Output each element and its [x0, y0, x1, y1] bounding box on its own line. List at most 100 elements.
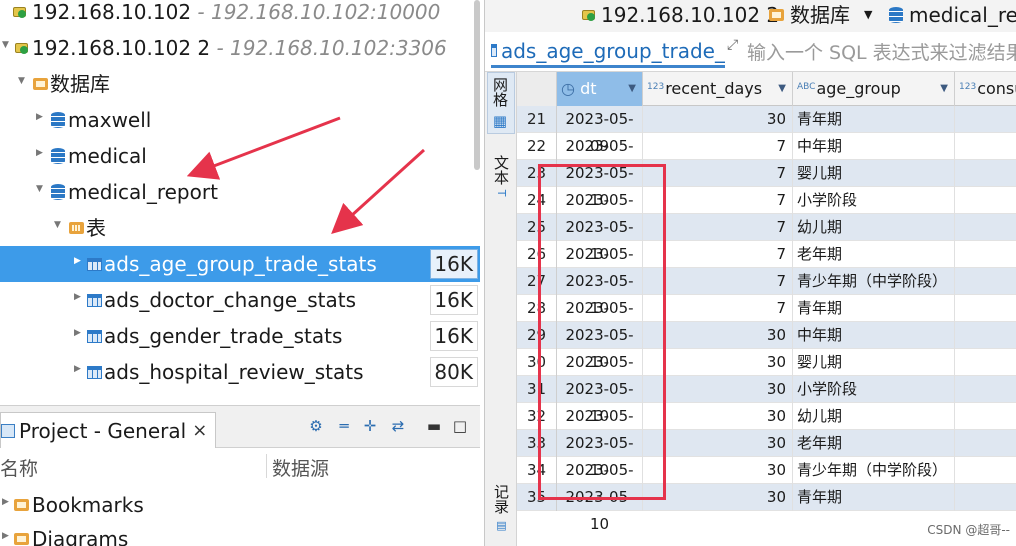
- cell-age-group[interactable]: 青少年期（中学阶段）: [793, 457, 955, 484]
- cell-consu[interactable]: [955, 349, 1016, 376]
- cell-consu[interactable]: [955, 160, 1016, 187]
- cell-recent-days[interactable]: 7: [643, 133, 793, 160]
- cell-age-group[interactable]: 青年期: [793, 106, 955, 133]
- sql-filter-input[interactable]: 输入一个 SQL 表达式来过滤结果: [747, 38, 1016, 65]
- cell-recent-days[interactable]: 7: [643, 187, 793, 214]
- cell-age-group[interactable]: 青年期: [793, 484, 955, 511]
- cell-dt[interactable]: 2023-05-10: [557, 349, 643, 398]
- text-view-tab[interactable]: 文本 T: [487, 148, 515, 204]
- column-header-dt[interactable]: ◷ dt ▼: [557, 72, 643, 106]
- cell-dt[interactable]: 2023-05-10: [557, 430, 643, 479]
- table-row[interactable]: 29 2023-05-10 30 中年期: [517, 322, 1016, 371]
- editor-tab[interactable]: ads_age_group_trade_: [491, 36, 725, 68]
- collapse-all-icon[interactable]: ═: [334, 416, 354, 436]
- sort-arrow-icon[interactable]: ▼: [778, 72, 786, 106]
- expand-filter-icon[interactable]: ⤢: [727, 37, 738, 53]
- grid-view-tab[interactable]: 网格 ▦: [487, 72, 515, 134]
- table-row[interactable]: 222023-05-107中年期: [517, 133, 1016, 182]
- cell-recent-days[interactable]: 7: [643, 241, 793, 268]
- cell-consu[interactable]: [955, 484, 1016, 511]
- cell-age-group[interactable]: 青年期: [793, 295, 955, 322]
- cell-dt[interactable]: 2023-05-10: [557, 187, 643, 236]
- cell-recent-days[interactable]: 30: [643, 457, 793, 484]
- cell-recent-days[interactable]: 7: [643, 214, 793, 241]
- table-row[interactable]: 35 2023-05-10 30 青年期: [517, 484, 1016, 533]
- cell-recent-days[interactable]: 30: [643, 430, 793, 457]
- cell-dt[interactable]: 2023-05-10: [557, 322, 643, 371]
- cell-recent-days[interactable]: 30: [643, 403, 793, 430]
- cell-consu[interactable]: [955, 322, 1016, 349]
- cell-age-group[interactable]: 青少年期（中学阶段）: [793, 268, 955, 295]
- collapse-arrow-icon[interactable]: ▶: [74, 246, 81, 276]
- cell-age-group[interactable]: 中年期: [793, 133, 955, 160]
- gear-icon[interactable]: ⚙: [306, 416, 326, 436]
- cell-dt[interactable]: 2023-05-10: [557, 295, 643, 344]
- column-name-header[interactable]: 名称: [0, 454, 38, 481]
- cell-consu[interactable]: [955, 295, 1016, 322]
- cell-dt[interactable]: 2023-05-10: [557, 457, 643, 506]
- tree-table-item[interactable]: ▶ ads_age_group_trade_stats 16K: [0, 246, 480, 282]
- column-source-header[interactable]: 数据源: [272, 454, 329, 481]
- cell-dt[interactable]: 2023-05-10: [557, 160, 643, 209]
- cell-age-group[interactable]: 幼儿期: [793, 214, 955, 241]
- breadcrumb-schema[interactable]: medical_rep: [889, 0, 1016, 30]
- collapse-arrow-icon[interactable]: ▶: [36, 102, 43, 132]
- tree-tables-folder[interactable]: ▼ 表: [0, 210, 480, 246]
- collapse-arrow-icon[interactable]: ▶: [74, 282, 81, 312]
- table-row[interactable]: 27 2023-05-10 7 青少年期（中学阶段）: [517, 268, 1016, 317]
- cell-recent-days[interactable]: 7: [643, 295, 793, 322]
- row-number[interactable]: 30: [517, 349, 557, 376]
- cell-recent-days[interactable]: 7: [643, 268, 793, 295]
- table-row[interactable]: 242023-05-107小学阶段: [517, 187, 1016, 236]
- table-row[interactable]: 23 2023-05-10 7 婴儿期: [517, 160, 1016, 209]
- cell-recent-days[interactable]: 30: [643, 376, 793, 403]
- collapse-arrow-icon[interactable]: ▶: [74, 318, 81, 348]
- table-row[interactable]: 31 2023-05-10 30 小学阶段: [517, 376, 1016, 425]
- row-number[interactable]: 34: [517, 457, 557, 484]
- cell-dt[interactable]: 2023-05-09: [557, 106, 643, 155]
- expand-arrow-icon[interactable]: ▼: [18, 66, 25, 96]
- cell-age-group[interactable]: 小学阶段: [793, 376, 955, 403]
- tree-table-item[interactable]: ▶ ads_doctor_change_stats 16K: [0, 282, 480, 318]
- tree-scrollbar[interactable]: [474, 0, 480, 170]
- close-icon[interactable]: ×: [192, 414, 207, 448]
- table-row[interactable]: 262023-05-107老年期: [517, 241, 1016, 290]
- tree-table-item[interactable]: ▶ ads_gender_trade_stats 16K: [0, 318, 480, 354]
- table-row[interactable]: 21 2023-05-09 30 青年期: [517, 106, 1016, 155]
- cell-dt[interactable]: 2023-05-10: [557, 403, 643, 452]
- row-number[interactable]: 21: [517, 106, 557, 133]
- cell-consu[interactable]: [955, 106, 1016, 133]
- cell-age-group[interactable]: 婴儿期: [793, 349, 955, 376]
- tree-connection-1[interactable]: 192.168.10.102 - 192.168.10.102:10000: [0, 0, 480, 30]
- breadcrumb-connection[interactable]: 192.168.10.102 2: [581, 0, 779, 30]
- column-header-recent-days[interactable]: 123recent_days ▼: [643, 72, 793, 106]
- cell-dt[interactable]: 2023-05-10: [557, 484, 643, 533]
- tree-db-maxwell[interactable]: ▶ maxwell: [0, 102, 480, 138]
- cell-age-group[interactable]: 老年期: [793, 430, 955, 457]
- row-number[interactable]: 29: [517, 322, 557, 349]
- tree-databases-folder[interactable]: ▼ 数据库: [0, 66, 480, 102]
- row-number[interactable]: 27: [517, 268, 557, 295]
- row-number[interactable]: 31: [517, 376, 557, 403]
- link-editor-icon[interactable]: ⇄: [388, 416, 408, 436]
- table-row[interactable]: 342023-05-1030青少年期（中学阶段）: [517, 457, 1016, 506]
- row-number[interactable]: 28: [517, 295, 557, 322]
- record-view-tab[interactable]: 记录 ▤: [487, 480, 515, 536]
- cell-consu[interactable]: [955, 214, 1016, 241]
- tree-db-medical[interactable]: ▶ medical: [0, 138, 480, 174]
- table-row[interactable]: 322023-05-1030幼儿期: [517, 403, 1016, 452]
- cell-age-group[interactable]: 中年期: [793, 322, 955, 349]
- breadcrumb-databases[interactable]: 数据库 ▼: [769, 0, 872, 30]
- row-number[interactable]: 33: [517, 430, 557, 457]
- row-number[interactable]: 32: [517, 403, 557, 430]
- sort-arrow-icon[interactable]: ▼: [628, 72, 636, 106]
- cell-dt[interactable]: 2023-05-10: [557, 133, 643, 182]
- cell-dt[interactable]: 2023-05-10: [557, 214, 643, 263]
- sort-arrow-icon[interactable]: ▼: [940, 72, 948, 106]
- cell-recent-days[interactable]: 30: [643, 106, 793, 133]
- tree-table-item[interactable]: ▶ ads_hospital_review_stats 80K: [0, 354, 480, 390]
- cell-recent-days[interactable]: 7: [643, 160, 793, 187]
- cell-consu[interactable]: [955, 457, 1016, 484]
- cell-consu[interactable]: [955, 268, 1016, 295]
- cell-age-group[interactable]: 婴儿期: [793, 160, 955, 187]
